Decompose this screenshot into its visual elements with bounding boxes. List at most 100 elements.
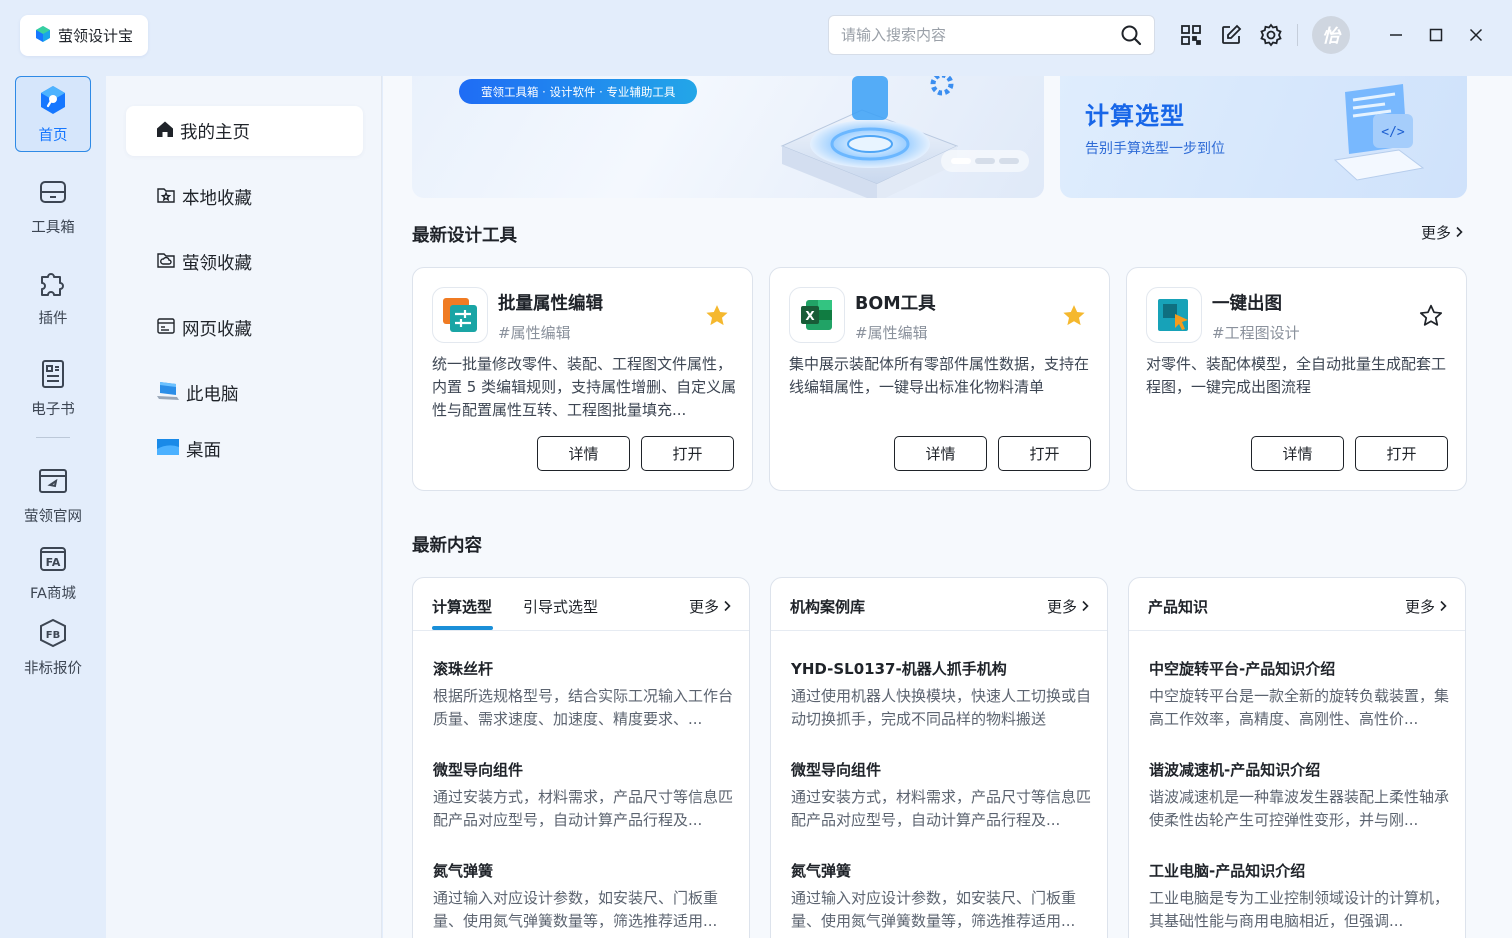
- card-title: 产品知识: [1148, 598, 1209, 616]
- tools-more-link[interactable]: 更多: [1421, 222, 1464, 243]
- minimize-icon[interactable]: [1383, 22, 1409, 48]
- card-header: 产品知识 更多: [1129, 578, 1465, 631]
- subnav-item-label: 桌面: [186, 440, 221, 461]
- subnav-item-desktop[interactable]: 桌面: [126, 424, 363, 474]
- web-favorite-icon: [156, 316, 176, 341]
- search-icon[interactable]: [1120, 24, 1142, 46]
- tab-guided-selection[interactable]: 引导式选型: [523, 596, 598, 617]
- toolbar-separator: [1297, 24, 1298, 46]
- star-filled-icon[interactable]: [704, 303, 730, 329]
- list-item[interactable]: 工业电脑-产品知识介绍 工业电脑是专为工业控制领域设计的计算机，其基础性能与商用…: [1149, 860, 1449, 933]
- details-button[interactable]: 详情: [537, 436, 630, 471]
- open-button[interactable]: 打开: [641, 436, 734, 471]
- rail-item-home[interactable]: 首页: [15, 76, 91, 152]
- carousel-dot[interactable]: [951, 158, 971, 164]
- search-input[interactable]: [841, 26, 1120, 44]
- item-title: YHD-SL0137-机器人抓手机构: [791, 660, 1007, 678]
- item-description: 通过安装方式，材料需求，产品尺寸等信息匹配产品对应型号，自动计算产品行程及...: [791, 788, 1091, 829]
- title-bar: 萤领设计宝 怡: [0, 0, 1512, 76]
- chevron-right-icon: [1080, 598, 1090, 616]
- fb-quote-icon: FB: [37, 617, 69, 653]
- subnav-item-label: 萤领收藏: [182, 253, 252, 274]
- tool-description: 对零件、装配体模型，全自动批量生成配套工程图，一键完成出图流程: [1146, 355, 1447, 396]
- list-item[interactable]: 微型导向组件 通过安装方式，材料需求，产品尺寸等信息匹配产品对应型号，自动计算产…: [791, 759, 1091, 832]
- tool-card[interactable]: 一键出图 #工程图设计 对零件、装配体模型，全自动批量生成配套工程图，一键完成出…: [1126, 267, 1467, 491]
- home-cube-icon: [37, 84, 69, 120]
- carousel-dot[interactable]: [975, 158, 995, 164]
- details-button[interactable]: 详情: [894, 436, 987, 471]
- carousel-dot[interactable]: [999, 158, 1019, 164]
- batch-edit-icon: [432, 287, 488, 343]
- item-title: 工业电脑-产品知识介绍: [1149, 862, 1306, 880]
- subnav-item-this-pc[interactable]: 此电脑: [126, 368, 363, 418]
- fa-store-icon: FA: [37, 542, 69, 578]
- more-link[interactable]: 更多: [1405, 596, 1448, 617]
- item-title: 氮气弹簧: [433, 862, 494, 880]
- rail-item-plugins[interactable]: 插件: [15, 259, 91, 335]
- close-icon[interactable]: [1463, 22, 1489, 48]
- gear-icon[interactable]: [1258, 22, 1284, 48]
- calc-selection-banner[interactable]: 计算选型 告别手算选型一步到位 </>: [1060, 76, 1467, 198]
- banner-title: 计算选型: [1085, 102, 1185, 130]
- app-brand[interactable]: 萤领设计宝: [20, 15, 148, 56]
- subnav-item-local-favorites[interactable]: 本地收藏: [126, 172, 363, 222]
- open-button[interactable]: 打开: [998, 436, 1091, 471]
- edit-icon[interactable]: [1218, 22, 1244, 48]
- star-outline-icon[interactable]: [1418, 303, 1444, 329]
- list-item[interactable]: 中空旋转平台-产品知识介绍 中空旋转平台是一款全新的旋转负载装置，集高工作效率，…: [1149, 658, 1449, 731]
- rail-item-toolbox[interactable]: 工具箱: [15, 168, 91, 244]
- more-link[interactable]: 更多: [1047, 596, 1090, 617]
- list-item[interactable]: 谐波减速机-产品知识介绍 谐波减速机是一种靠波发生器装配上柔性轴承使柔性齿轮产生…: [1149, 759, 1449, 832]
- rail-item-label: 工具箱: [31, 219, 75, 236]
- item-description: 工业电脑是专为工业控制领域设计的计算机，其基础性能与商用电脑相近，但强调...: [1149, 889, 1449, 930]
- list-item[interactable]: YHD-SL0137-机器人抓手机构 通过使用机器人快换模块，快速人工切换或自动…: [791, 658, 1091, 731]
- list-item[interactable]: 微型导向组件 通过安装方式，材料需求，产品尺寸等信息匹配产品对应型号，自动计算产…: [433, 759, 733, 832]
- avatar[interactable]: 怡: [1312, 16, 1350, 54]
- maximize-icon[interactable]: [1423, 22, 1449, 48]
- item-title: 滚珠丝杆: [433, 660, 494, 678]
- local-favorite-icon: [156, 185, 176, 210]
- left-rail: 首页 工具箱 插件 电子书 萤领官网 FA FA商城 FB 非标报价: [0, 76, 106, 938]
- rail-item-website[interactable]: 萤领官网: [15, 457, 91, 533]
- puzzle-icon: [37, 267, 69, 303]
- rail-item-quote[interactable]: FB 非标报价: [15, 609, 91, 685]
- content-card-calc-selection: 计算选型 引导式选型 更多 滚珠丝杆 根据所选规格型号，结合实际工况输入工作台质…: [412, 577, 750, 938]
- svg-text:FA: FA: [46, 556, 61, 569]
- subnav-item-label: 本地收藏: [182, 188, 252, 209]
- item-description: 通过输入对应设计参数，如安装尺、门板重量、使用氮气弹簧数量等，筛选推荐适用...: [791, 889, 1077, 930]
- star-filled-icon[interactable]: [1061, 303, 1087, 329]
- list-item[interactable]: 滚珠丝杆 根据所选规格型号，结合实际工况输入工作台质量、需求速度、加速度、精度要…: [433, 658, 733, 731]
- carousel-indicator[interactable]: [941, 150, 1029, 172]
- website-icon: [37, 465, 69, 501]
- tool-description: 集中展示装配体所有零部件属性数据，支持在线编辑属性，一键导出标准化物料清单: [789, 355, 1090, 396]
- card-header: 计算选型 引导式选型 更多: [413, 578, 749, 631]
- more-label: 更多: [688, 598, 719, 616]
- item-title: 微型导向组件: [433, 761, 524, 779]
- rail-item-ebook[interactable]: 电子书: [15, 350, 91, 426]
- promo-banner-carousel[interactable]: 萤领工具箱 · 设计软件 · 专业辅助工具: [412, 76, 1044, 198]
- subnav-item-web-favorites[interactable]: 网页收藏: [126, 303, 363, 353]
- tools-section-title: 最新设计工具: [412, 226, 517, 246]
- list-item[interactable]: 氮气弹簧 通过输入对应设计参数，如安装尺、门板重量、使用氮气弹簧数量等，筛选推荐…: [791, 860, 1091, 933]
- more-link[interactable]: 更多: [689, 596, 732, 617]
- tool-card[interactable]: X BOM工具 #属性编辑 集中展示装配体所有零部件属性数据，支持在线编辑属性，…: [769, 267, 1110, 491]
- open-button[interactable]: 打开: [1355, 436, 1448, 471]
- qrcode-icon[interactable]: [1178, 22, 1204, 48]
- laptop-code-illustration-icon: </>: [1315, 76, 1435, 198]
- app-logo-icon: [34, 25, 52, 47]
- list-item[interactable]: 氮气弹簧 通过输入对应设计参数，如安装尺、门板重量、使用氮气弹簧数量等，筛选推荐…: [433, 860, 733, 933]
- item-title: 中空旋转平台-产品知识介绍: [1149, 660, 1336, 678]
- content-card-product-knowledge: 产品知识 更多 中空旋转平台-产品知识介绍 中空旋转平台是一款全新的旋转负载装置…: [1128, 577, 1466, 938]
- details-button[interactable]: 详情: [1251, 436, 1344, 471]
- subnav-item-cloud-favorites[interactable]: 萤领收藏: [126, 237, 363, 287]
- subnav-item-my-home[interactable]: 我的主页: [126, 106, 363, 156]
- tab-calc-selection[interactable]: 计算选型: [432, 596, 492, 617]
- rail-item-fa-store[interactable]: FA FA商城: [15, 534, 91, 610]
- tool-tag: #工程图设计: [1212, 324, 1300, 342]
- app-name: 萤领设计宝: [58, 27, 134, 45]
- item-title: 氮气弹簧: [791, 862, 852, 880]
- item-title: 谐波减速机-产品知识介绍: [1149, 761, 1321, 779]
- tool-tag: #属性编辑: [498, 324, 571, 342]
- tool-card[interactable]: 批量属性编辑 #属性编辑 统一批量修改零件、装配、工程图文件属性，内置 5 类编…: [412, 267, 753, 491]
- avatar-text: 怡: [1322, 26, 1340, 47]
